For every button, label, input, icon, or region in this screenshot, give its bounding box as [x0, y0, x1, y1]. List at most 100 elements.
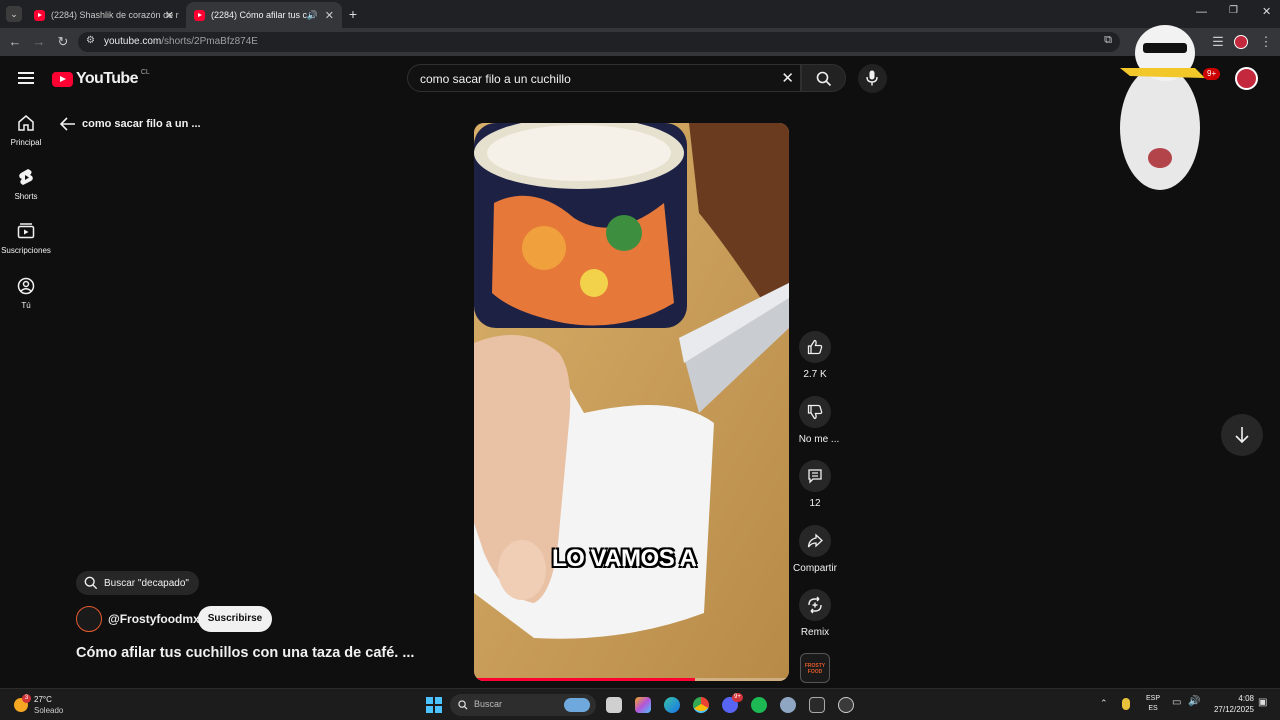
- spotify-icon[interactable]: [751, 697, 767, 713]
- weather-temp: 27°C: [34, 695, 52, 704]
- reload-icon[interactable]: ↻: [55, 34, 71, 50]
- weather-widget[interactable]: 3 27°C Soleado: [12, 693, 72, 717]
- tab-title: (2284) Cómo afilar tus cuch: [211, 10, 307, 20]
- tray-overflow-icon[interactable]: ⌃: [1100, 698, 1108, 709]
- tab-search-button[interactable]: ⌄: [6, 6, 22, 22]
- video-title[interactable]: Cómo afilar tus cuchillos con una taza d…: [76, 645, 414, 661]
- search-button[interactable]: [801, 64, 846, 92]
- share-icon: [807, 533, 823, 548]
- browser-tab-1[interactable]: (2284) Shashlik de corazón de r ✕: [26, 2, 182, 28]
- task-view-icon[interactable]: [606, 697, 622, 713]
- language-indicator[interactable]: ESP ES: [1142, 694, 1164, 714]
- weather-badge: 3: [22, 694, 31, 703]
- you-icon: [17, 277, 35, 295]
- back-arrow-icon: [60, 117, 75, 131]
- network-icon[interactable]: ▭: [1172, 697, 1181, 708]
- address-bar[interactable]: ⚙ youtube.com/shorts/2PmaBfz874E ⧉: [78, 32, 1120, 52]
- copilot-icon[interactable]: [635, 697, 651, 713]
- sidebar-item-suscripciones[interactable]: Suscripciones: [0, 222, 52, 255]
- discord-badge: 9+: [732, 693, 743, 702]
- speaker-icon[interactable]: 🔊: [307, 10, 318, 21]
- video-frame: [474, 123, 789, 681]
- youtube-logo[interactable]: YouTube CL: [52, 69, 150, 88]
- remix-label: Remix: [800, 627, 830, 638]
- next-short-button[interactable]: [1221, 414, 1263, 456]
- notification-bell-icon[interactable]: ▣: [1258, 697, 1267, 708]
- sidebar-item-principal[interactable]: Principal: [0, 114, 52, 147]
- close-tab-icon[interactable]: ✕: [325, 9, 334, 22]
- maximize-button[interactable]: ❐: [1229, 5, 1238, 16]
- profile-avatar[interactable]: [1234, 35, 1248, 49]
- thumbs-up-icon: [807, 339, 823, 355]
- microphone-icon: [866, 70, 878, 86]
- sidebar-item-label: Tú: [21, 301, 31, 310]
- microphone-tray-icon[interactable]: [1122, 698, 1130, 710]
- clear-search-icon[interactable]: ✕: [781, 69, 794, 87]
- browser-menu-icon[interactable]: ⋮: [1258, 34, 1274, 50]
- sidebar-item-tu[interactable]: Tú: [0, 277, 52, 310]
- video-progress-track[interactable]: [474, 678, 789, 681]
- taskbar-search[interactable]: Buscar: [450, 694, 596, 716]
- search-box[interactable]: como sacar filo a un cuchillo ✕: [407, 64, 801, 92]
- dislike-label: No me ...: [798, 434, 840, 445]
- volume-icon[interactable]: 🔊: [1188, 696, 1200, 707]
- sidebar-item-label: Suscripciones: [1, 246, 51, 255]
- hamburger-menu-icon[interactable]: [18, 72, 34, 84]
- settings-gear-icon[interactable]: [780, 697, 796, 713]
- dog-sticker-image: [1110, 8, 1210, 194]
- subscribe-button[interactable]: Suscribirse: [198, 606, 272, 632]
- voice-search-button[interactable]: [858, 64, 887, 93]
- search-icon: [816, 71, 832, 87]
- site-settings-icon[interactable]: ⚙: [86, 35, 95, 46]
- new-tab-button[interactable]: +: [346, 6, 360, 22]
- share-button[interactable]: [799, 525, 831, 557]
- account-avatar[interactable]: [1235, 67, 1258, 90]
- comment-icon: [808, 469, 822, 484]
- steam-icon[interactable]: [838, 697, 854, 713]
- search-suggestion-chip[interactable]: Buscar "decapado": [76, 571, 199, 595]
- back-to-results-link[interactable]: como sacar filo a un ...: [60, 116, 201, 132]
- channel-avatar-small[interactable]: FROSTY FOOD: [800, 653, 830, 683]
- forward-arrow-icon[interactable]: →: [31, 34, 47, 50]
- video-caption: LO VAMOS A: [552, 545, 697, 572]
- share-label: Compartir: [793, 563, 837, 574]
- chrome-icon[interactable]: [693, 697, 709, 713]
- weather-desc: Soleado: [34, 706, 64, 715]
- channel-handle[interactable]: @Frostyfoodmx: [108, 612, 200, 626]
- subscriptions-icon: [17, 223, 35, 239]
- dislike-button[interactable]: [799, 396, 831, 428]
- browser-tab-2[interactable]: (2284) Cómo afilar tus cuch 🔊 ✕: [186, 2, 342, 28]
- search-input[interactable]: como sacar filo a un cuchillo: [420, 72, 571, 86]
- channel-avatar[interactable]: [76, 606, 102, 632]
- home-icon: [18, 115, 34, 131]
- clock-time: 4:08: [1238, 694, 1254, 703]
- close-window-button[interactable]: ✕: [1262, 5, 1271, 18]
- tab-title: (2284) Shashlik de corazón de r: [51, 10, 179, 20]
- epic-games-icon[interactable]: [809, 697, 825, 713]
- comments-button[interactable]: [799, 460, 831, 492]
- sidebar-item-shorts[interactable]: Shorts: [0, 168, 52, 201]
- back-arrow-icon[interactable]: ←: [7, 34, 23, 50]
- search-icon: [458, 700, 468, 710]
- close-tab-icon[interactable]: ✕: [165, 9, 174, 22]
- clock-date: 27/12/2025: [1213, 705, 1254, 714]
- like-button[interactable]: [799, 331, 831, 363]
- youtube-favicon-icon: [34, 9, 45, 21]
- remix-icon: [808, 596, 822, 614]
- url-path: /shorts/2PmaBfz874E: [161, 36, 258, 47]
- remix-button[interactable]: [799, 589, 831, 621]
- notifications-badge[interactable]: 9+: [1203, 68, 1221, 80]
- youtube-favicon-icon: [194, 9, 205, 21]
- language-top: ESP: [1145, 695, 1160, 702]
- edge-icon[interactable]: [664, 697, 680, 713]
- start-button[interactable]: [426, 697, 442, 713]
- windows-taskbar: 3 27°C Soleado Buscar 9+ ⌃ ESP ES ▭ 🔊 4:…: [0, 688, 1280, 720]
- clock[interactable]: 4:08 27/12/2025: [1206, 693, 1254, 715]
- youtube-shorts-page: YouTube CL como sacar filo a un cuchillo…: [0, 25, 1280, 688]
- arrow-down-icon: [1235, 427, 1249, 444]
- language-bottom: ES: [1148, 705, 1158, 712]
- chip-label: Buscar "decapado": [104, 577, 189, 589]
- back-label: como sacar filo a un ...: [82, 118, 201, 130]
- short-video-player[interactable]: LO VAMOS A: [474, 123, 789, 681]
- media-control-icon[interactable]: ☰: [1210, 34, 1226, 50]
